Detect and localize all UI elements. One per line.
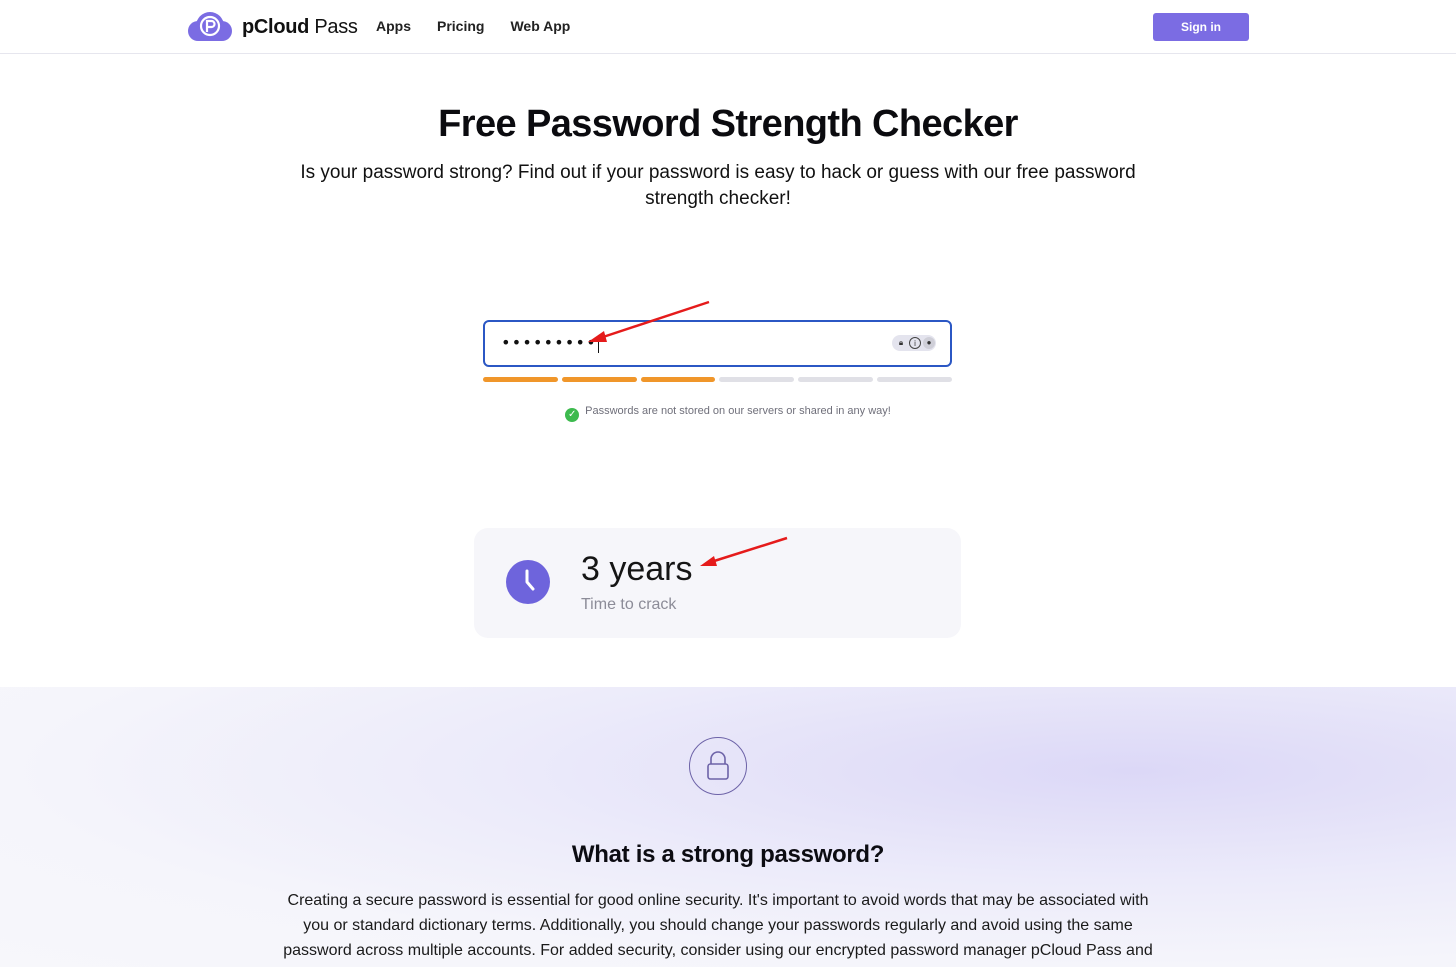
section-heading: What is a strong password?	[571, 841, 885, 868]
site-header: pCloud Pass Apps Pricing Web App Sign in	[0, 0, 1456, 54]
time-to-crack-value: 3 years	[581, 550, 693, 588]
pcloud-pass-logo[interactable]: pCloud Pass	[186, 11, 358, 43]
page-title: Free Password Strength Checker	[438, 103, 1018, 145]
strength-segment-1	[483, 377, 558, 382]
strength-segment-3	[640, 377, 716, 382]
strength-segment-5	[798, 377, 874, 382]
info-section: What is a strong password? Creating a se…	[0, 687, 1456, 967]
sign-in-button[interactable]: Sign in	[1153, 13, 1249, 41]
nav-web-app[interactable]: Web App	[510, 18, 570, 34]
annotation-arrow-result	[700, 536, 788, 566]
annotation-arrow-password	[588, 300, 710, 342]
main-nav: Apps Pricing Web App	[376, 18, 570, 34]
strength-meter	[483, 377, 952, 383]
clock-icon	[506, 560, 550, 604]
lock-small-icon[interactable]: 🔒︎	[895, 337, 907, 349]
section-paragraph: Creating a secure password is essential …	[283, 892, 1153, 959]
strength-segment-4	[719, 377, 795, 382]
page-subtitle: Is your password strong? Find out if you…	[300, 162, 1136, 209]
cloud-logo-icon	[186, 11, 234, 43]
eye-toggle-icon[interactable]: ●	[923, 337, 935, 349]
checkmark-icon: ✓	[565, 408, 580, 422]
time-to-crack-label: Time to crack	[581, 596, 677, 613]
padlock-icon	[706, 750, 729, 780]
nav-pricing[interactable]: Pricing	[437, 18, 484, 34]
privacy-note: ✓ Passwords are not stored on our servers…	[0, 405, 1456, 422]
info-small-icon[interactable]: i	[909, 337, 921, 349]
nav-apps[interactable]: Apps	[376, 18, 411, 34]
strength-segment-6	[877, 377, 952, 382]
strength-segment-2	[561, 377, 637, 382]
logo-text: pCloud Pass	[242, 15, 358, 38]
password-manager-extension-icons[interactable]: 🔒︎ i ●	[892, 335, 936, 351]
lock-badge	[689, 737, 747, 795]
